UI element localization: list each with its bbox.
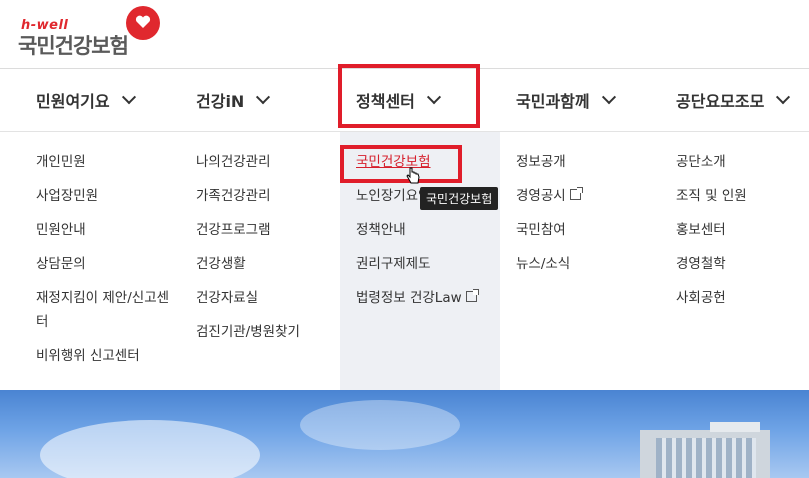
- highlight-box-submenu: [340, 145, 462, 183]
- menu-column-about: 공단소개 조직 및 인원 홍보센터 경영철학 사회공헌: [660, 132, 809, 390]
- menu-item[interactable]: 정보공개: [516, 150, 566, 174]
- menu-item[interactable]: 뉴스/소식: [516, 252, 570, 276]
- menu-item[interactable]: 경영철학: [676, 252, 726, 276]
- cloud-shape: [40, 420, 260, 478]
- gnb-item-with-people[interactable]: 국민과함께: [516, 69, 616, 131]
- menu-item[interactable]: 홍보센터: [676, 218, 726, 242]
- gnb-label: 국민과함께: [516, 92, 590, 111]
- menu-item[interactable]: 검진기관/병원찾기: [196, 320, 300, 344]
- menu-item-external[interactable]: 경영공시: [516, 184, 583, 208]
- menu-item[interactable]: 건강프로그램: [196, 218, 271, 242]
- gnb-item-health-in[interactable]: 건강iN: [196, 69, 271, 131]
- building-illustration: [640, 422, 770, 478]
- gnb-label: 민원여기요: [36, 92, 110, 111]
- tooltip: 국민건강보험: [420, 187, 499, 210]
- menu-item[interactable]: 정책안내: [356, 218, 406, 242]
- menu-item[interactable]: 건강생활: [196, 252, 246, 276]
- menu-item[interactable]: 개인민원: [36, 150, 86, 174]
- chevron-down-icon: [776, 90, 791, 105]
- menu-item[interactable]: 건강자료실: [196, 286, 258, 310]
- menu-item-label: 경영공시: [516, 188, 566, 204]
- site-header: h-well 국민건강보험: [0, 0, 809, 69]
- menu-item[interactable]: 민원안내: [36, 218, 86, 242]
- gnb-label: 건강iN: [196, 92, 245, 111]
- gnb-label: 공단요모조모: [676, 92, 765, 111]
- cloud-shape: [300, 400, 460, 450]
- menu-item-external[interactable]: 법령정보 건강Law: [356, 286, 479, 310]
- external-link-icon: [465, 289, 479, 302]
- menu-item[interactable]: 조직 및 인원: [676, 184, 747, 208]
- heart-logo-icon: [126, 6, 160, 40]
- menu-item-label: 법령정보 건강Law: [356, 290, 462, 306]
- chevron-down-icon: [256, 90, 271, 105]
- menu-item[interactable]: 재정지킴이 제안/신고센터: [36, 286, 176, 334]
- chevron-down-icon: [121, 90, 136, 105]
- menu-item[interactable]: 국민참여: [516, 218, 566, 242]
- hero-banner-image: [0, 390, 809, 478]
- menu-item[interactable]: 권리구제제도: [356, 252, 431, 276]
- chevron-down-icon: [601, 90, 616, 105]
- gnb-item-civil[interactable]: 민원여기요: [36, 69, 136, 131]
- menu-item[interactable]: 비위행위 신고센터: [36, 344, 140, 368]
- menu-item[interactable]: 나의건강관리: [196, 150, 271, 174]
- building-roof: [710, 422, 760, 432]
- menu-column-with-people: 정보공개 경영공시 국민참여 뉴스/소식: [500, 132, 660, 390]
- logo-text: 국민건강보험: [18, 34, 129, 58]
- menu-item[interactable]: 공단소개: [676, 150, 726, 174]
- menu-item[interactable]: 상담문의: [36, 252, 86, 276]
- building-windows: [656, 438, 756, 478]
- menu-item[interactable]: 사업장민원: [36, 184, 98, 208]
- menu-column-civil: 개인민원 사업장민원 민원안내 상담문의 재정지킴이 제안/신고센터 비위행위 …: [0, 132, 180, 390]
- external-link-icon: [569, 187, 583, 200]
- highlight-box-gnb: [338, 64, 480, 128]
- menu-item[interactable]: 사회공헌: [676, 286, 726, 310]
- menu-item[interactable]: 가족건강관리: [196, 184, 271, 208]
- hand-cursor-icon: [406, 167, 420, 184]
- menu-column-health-in: 나의건강관리 가족건강관리 건강프로그램 건강생활 건강자료실 검진기관/병원찾…: [180, 132, 340, 390]
- site-logo[interactable]: h-well 국민건강보험: [18, 6, 168, 60]
- gnb-item-about[interactable]: 공단요모조모: [676, 69, 791, 131]
